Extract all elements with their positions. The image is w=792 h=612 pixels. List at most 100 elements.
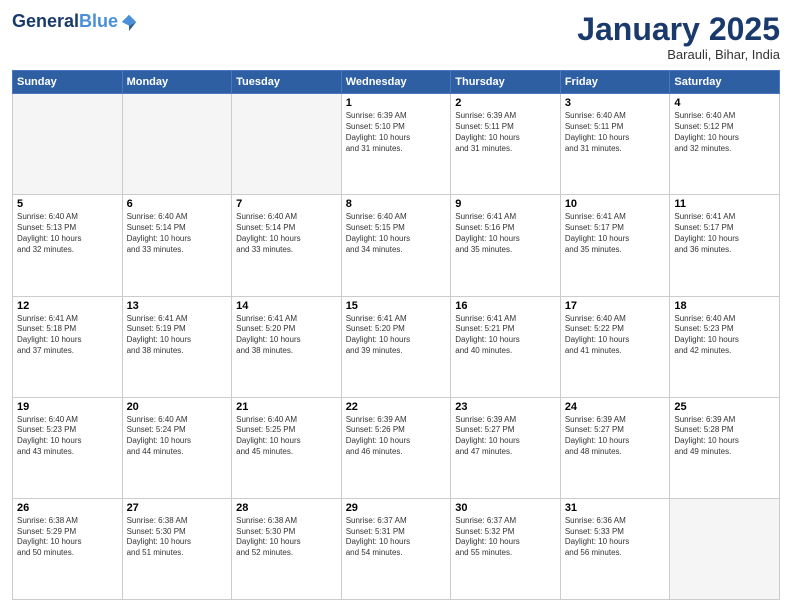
day-cell: 12 Sunrise: 6:41 AM Sunset: 5:18 PM Dayli…	[13, 296, 123, 397]
calendar-page: GeneralBlue January 2025 Barauli, Bihar,…	[0, 0, 792, 612]
day-cell: 14Sunrise: 6:41 AM Sunset: 5:20 PM Dayli…	[232, 296, 342, 397]
day-number: 28	[236, 502, 337, 514]
day-cell	[122, 94, 232, 195]
day-cell: 27 Sunrise: 6:38 AM Sunset: 5:30 PM Dayli…	[122, 498, 232, 599]
day-info: Sunrise: 6:41 AM Sunset: 5:20 PM Dayligh…	[236, 314, 337, 357]
day-number: 26	[17, 502, 118, 514]
day-info: Sunrise: 6:39 AM Sunset: 5:27 PM Dayligh…	[565, 415, 666, 458]
day-cell: 16 Sunrise: 6:41 AM Sunset: 5:21 PM Dayli…	[451, 296, 561, 397]
weekday-sunday: Sunday	[13, 71, 123, 94]
day-number: 20	[127, 401, 228, 413]
day-cell: 24 Sunrise: 6:39 AM Sunset: 5:27 PM Dayli…	[560, 397, 670, 498]
day-info: Sunrise: 6:39 AM Sunset: 5:11 PM Dayligh…	[455, 111, 556, 154]
day-cell: 19 Sunrise: 6:40 AM Sunset: 5:23 PM Dayli…	[13, 397, 123, 498]
week-row-5: 26 Sunrise: 6:38 AM Sunset: 5:29 PM Dayli…	[13, 498, 780, 599]
day-number: 19	[17, 401, 118, 413]
day-info: Sunrise: 6:40 AM Sunset: 5:12 PM Dayligh…	[674, 111, 775, 154]
day-number: 11	[674, 198, 775, 210]
week-row-2: 5Sunrise: 6:40 AM Sunset: 5:13 PM Daylig…	[13, 195, 780, 296]
day-cell	[670, 498, 780, 599]
day-cell: 26 Sunrise: 6:38 AM Sunset: 5:29 PM Dayli…	[13, 498, 123, 599]
day-info: Sunrise: 6:37 AM Sunset: 5:32 PM Dayligh…	[455, 516, 556, 559]
day-info: Sunrise: 6:39 AM Sunset: 5:27 PM Dayligh…	[455, 415, 556, 458]
day-cell	[13, 94, 123, 195]
day-cell: 2 Sunrise: 6:39 AM Sunset: 5:11 PM Daylig…	[451, 94, 561, 195]
day-info: Sunrise: 6:38 AM Sunset: 5:29 PM Dayligh…	[17, 516, 118, 559]
day-number: 5	[17, 198, 118, 210]
day-cell: 13 Sunrise: 6:41 AM Sunset: 5:19 PM Dayli…	[122, 296, 232, 397]
weekday-thursday: Thursday	[451, 71, 561, 94]
day-info: Sunrise: 6:37 AM Sunset: 5:31 PM Dayligh…	[346, 516, 447, 559]
logo-icon	[120, 13, 138, 31]
day-info: Sunrise: 6:39 AM Sunset: 5:26 PM Dayligh…	[346, 415, 447, 458]
day-cell: 23 Sunrise: 6:39 AM Sunset: 5:27 PM Dayli…	[451, 397, 561, 498]
weekday-wednesday: Wednesday	[341, 71, 451, 94]
day-cell: 11Sunrise: 6:41 AM Sunset: 5:17 PM Dayli…	[670, 195, 780, 296]
day-number: 8	[346, 198, 447, 210]
day-number: 25	[674, 401, 775, 413]
day-number: 13	[127, 300, 228, 312]
day-number: 29	[346, 502, 447, 514]
day-cell: 31 Sunrise: 6:36 AM Sunset: 5:33 PM Dayli…	[560, 498, 670, 599]
week-row-3: 12 Sunrise: 6:41 AM Sunset: 5:18 PM Dayli…	[13, 296, 780, 397]
day-cell: 22Sunrise: 6:39 AM Sunset: 5:26 PM Dayli…	[341, 397, 451, 498]
day-cell: 28 Sunrise: 6:38 AM Sunset: 5:30 PM Dayli…	[232, 498, 342, 599]
day-info: Sunrise: 6:41 AM Sunset: 5:16 PM Dayligh…	[455, 212, 556, 255]
day-cell	[232, 94, 342, 195]
day-number: 27	[127, 502, 228, 514]
day-cell: 18 Sunrise: 6:40 AM Sunset: 5:23 PM Dayli…	[670, 296, 780, 397]
day-number: 24	[565, 401, 666, 413]
logo-text: GeneralBlue	[12, 12, 118, 32]
weekday-monday: Monday	[122, 71, 232, 94]
day-cell: 21Sunrise: 6:40 AM Sunset: 5:25 PM Dayli…	[232, 397, 342, 498]
day-info: Sunrise: 6:40 AM Sunset: 5:23 PM Dayligh…	[17, 415, 118, 458]
day-cell: 8 Sunrise: 6:40 AM Sunset: 5:15 PM Daylig…	[341, 195, 451, 296]
day-number: 21	[236, 401, 337, 413]
day-number: 17	[565, 300, 666, 312]
day-number: 12	[17, 300, 118, 312]
day-info: Sunrise: 6:40 AM Sunset: 5:22 PM Dayligh…	[565, 314, 666, 357]
day-info: Sunrise: 6:41 AM Sunset: 5:19 PM Dayligh…	[127, 314, 228, 357]
day-cell: 9 Sunrise: 6:41 AM Sunset: 5:16 PM Daylig…	[451, 195, 561, 296]
day-number: 30	[455, 502, 556, 514]
day-number: 16	[455, 300, 556, 312]
day-cell: 5Sunrise: 6:40 AM Sunset: 5:13 PM Daylig…	[13, 195, 123, 296]
day-info: Sunrise: 6:41 AM Sunset: 5:21 PM Dayligh…	[455, 314, 556, 357]
day-cell: 29 Sunrise: 6:37 AM Sunset: 5:31 PM Dayli…	[341, 498, 451, 599]
calendar-table: SundayMondayTuesdayWednesdayThursdayFrid…	[12, 70, 780, 600]
day-info: Sunrise: 6:40 AM Sunset: 5:15 PM Dayligh…	[346, 212, 447, 255]
title-block: January 2025 Barauli, Bihar, India	[577, 12, 780, 62]
day-cell: 7Sunrise: 6:40 AM Sunset: 5:14 PM Daylig…	[232, 195, 342, 296]
weekday-saturday: Saturday	[670, 71, 780, 94]
day-cell: 15 Sunrise: 6:41 AM Sunset: 5:20 PM Dayli…	[341, 296, 451, 397]
day-number: 3	[565, 97, 666, 109]
day-info: Sunrise: 6:41 AM Sunset: 5:17 PM Dayligh…	[565, 212, 666, 255]
day-cell: 6Sunrise: 6:40 AM Sunset: 5:14 PM Daylig…	[122, 195, 232, 296]
day-number: 31	[565, 502, 666, 514]
day-info: Sunrise: 6:41 AM Sunset: 5:18 PM Dayligh…	[17, 314, 118, 357]
weekday-header-row: SundayMondayTuesdayWednesdayThursdayFrid…	[13, 71, 780, 94]
calendar-title: January 2025	[577, 12, 780, 47]
day-info: Sunrise: 6:36 AM Sunset: 5:33 PM Dayligh…	[565, 516, 666, 559]
day-number: 10	[565, 198, 666, 210]
day-info: Sunrise: 6:40 AM Sunset: 5:11 PM Dayligh…	[565, 111, 666, 154]
day-number: 4	[674, 97, 775, 109]
day-cell: 10 Sunrise: 6:41 AM Sunset: 5:17 PM Dayli…	[560, 195, 670, 296]
day-cell: 17 Sunrise: 6:40 AM Sunset: 5:22 PM Dayli…	[560, 296, 670, 397]
day-number: 18	[674, 300, 775, 312]
day-info: Sunrise: 6:41 AM Sunset: 5:20 PM Dayligh…	[346, 314, 447, 357]
day-number: 9	[455, 198, 556, 210]
day-info: Sunrise: 6:40 AM Sunset: 5:14 PM Dayligh…	[127, 212, 228, 255]
day-info: Sunrise: 6:39 AM Sunset: 5:10 PM Dayligh…	[346, 111, 447, 154]
day-cell: 4 Sunrise: 6:40 AM Sunset: 5:12 PM Daylig…	[670, 94, 780, 195]
day-number: 2	[455, 97, 556, 109]
day-cell: 30 Sunrise: 6:37 AM Sunset: 5:32 PM Dayli…	[451, 498, 561, 599]
day-cell: 3 Sunrise: 6:40 AM Sunset: 5:11 PM Daylig…	[560, 94, 670, 195]
day-info: Sunrise: 6:40 AM Sunset: 5:24 PM Dayligh…	[127, 415, 228, 458]
day-number: 15	[346, 300, 447, 312]
day-info: Sunrise: 6:40 AM Sunset: 5:23 PM Dayligh…	[674, 314, 775, 357]
day-number: 1	[346, 97, 447, 109]
day-info: Sunrise: 6:38 AM Sunset: 5:30 PM Dayligh…	[127, 516, 228, 559]
day-info: Sunrise: 6:38 AM Sunset: 5:30 PM Dayligh…	[236, 516, 337, 559]
day-number: 23	[455, 401, 556, 413]
